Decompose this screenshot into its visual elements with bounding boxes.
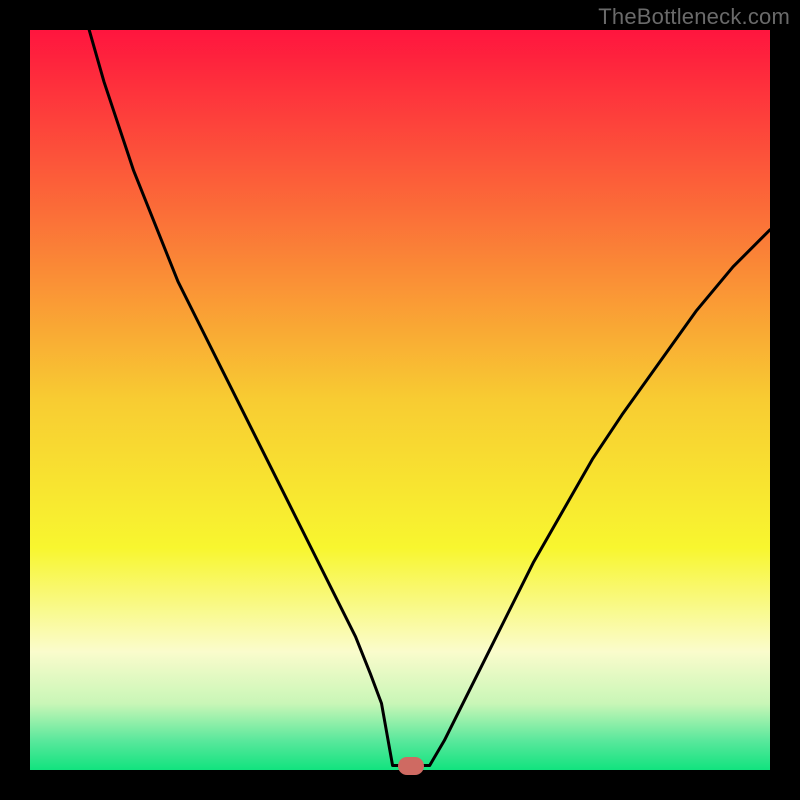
gradient-background [30, 30, 770, 770]
plot-area [30, 30, 770, 770]
chart-frame: TheBottleneck.com [0, 0, 800, 800]
plot-svg [30, 30, 770, 770]
attribution-text: TheBottleneck.com [598, 4, 790, 30]
optimum-marker [398, 757, 424, 775]
